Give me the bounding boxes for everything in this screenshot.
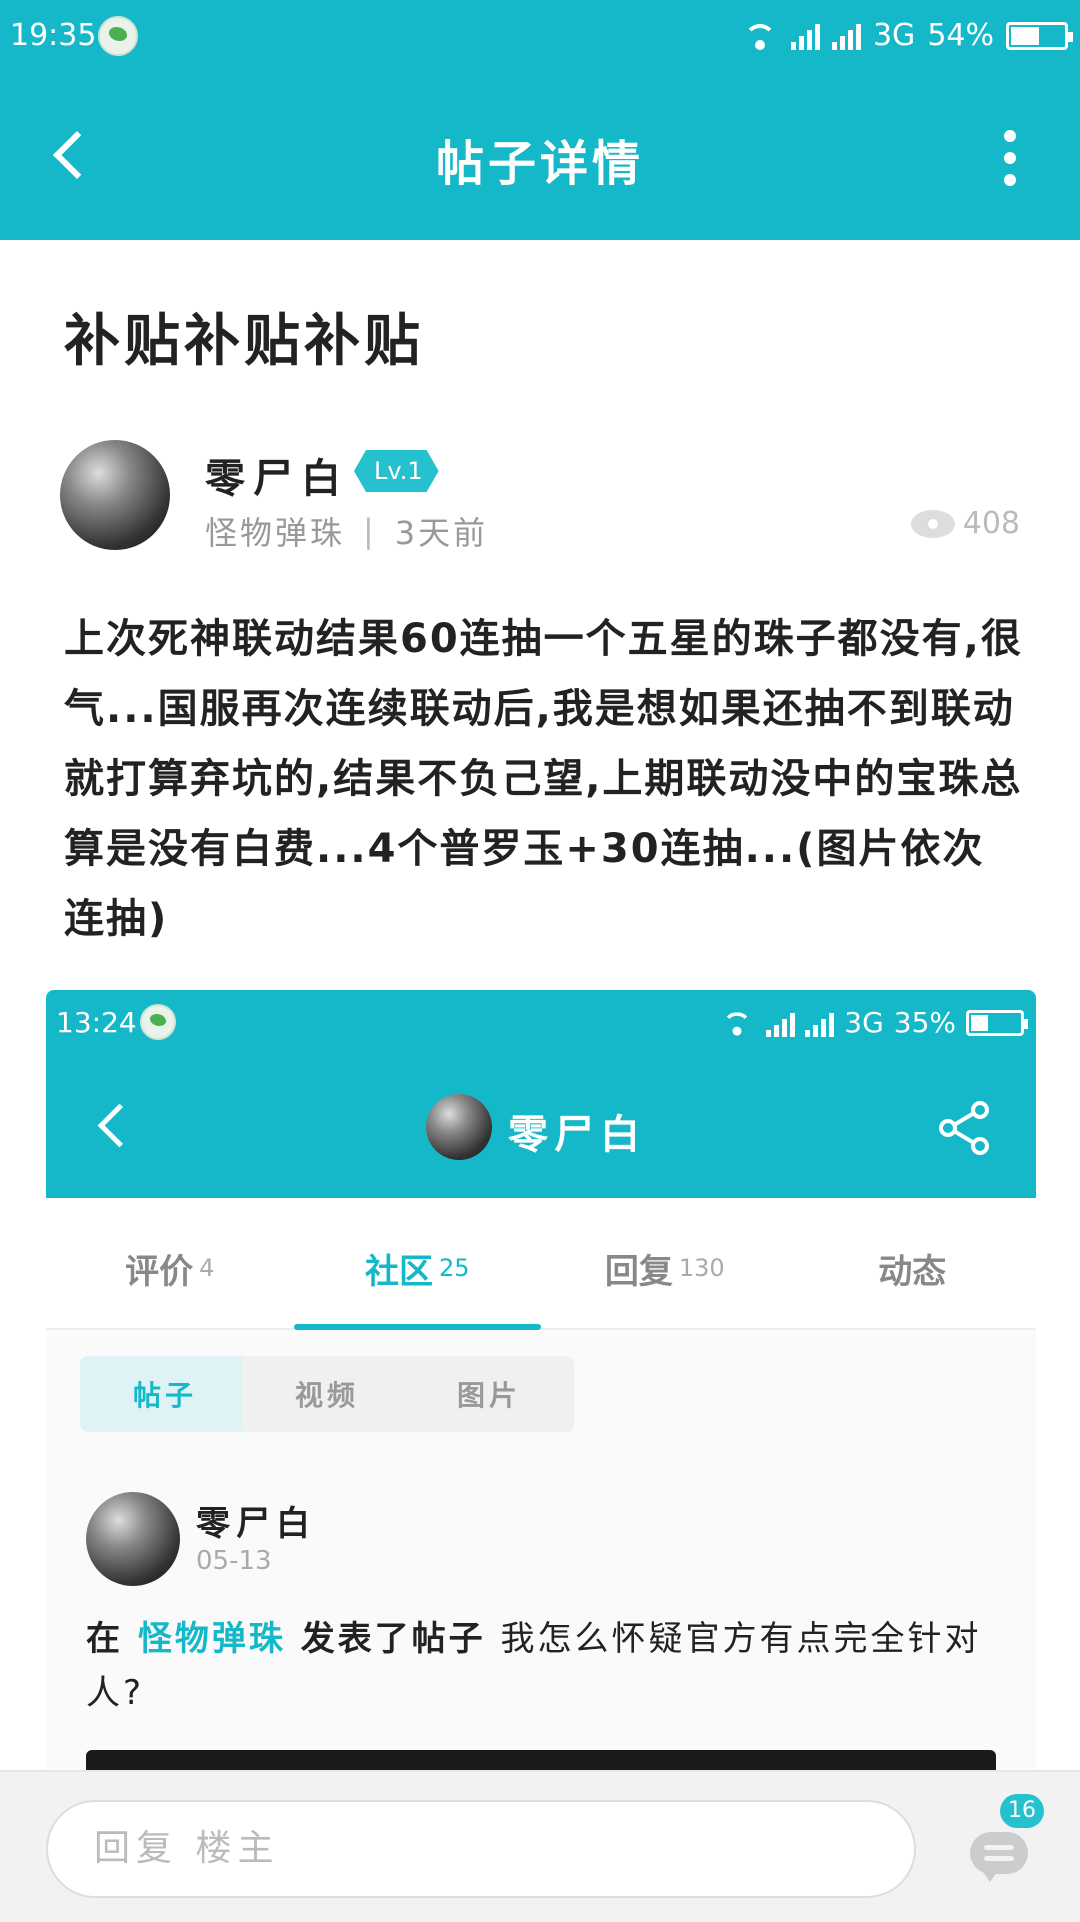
embedded-nav-bar: 零尸白 [46, 1056, 1036, 1198]
embedded-app-icon [140, 1004, 176, 1040]
embedded-status-bar: 13:24 3G 35% [46, 990, 1036, 1056]
signal-icon [790, 22, 820, 50]
post-action: 发表了帖子 [300, 1619, 486, 1659]
tab-activity: 动态 [789, 1208, 1037, 1328]
embedded-profile-name: 零尸白 [508, 1112, 646, 1158]
tab-label: 回复 [604, 1251, 673, 1292]
battery-icon [966, 1009, 1028, 1036]
avatar [426, 1094, 492, 1160]
meta-separator: | [363, 512, 377, 550]
tab-count: 130 [678, 1254, 725, 1282]
embedded-status-time: 13:24 [56, 1006, 137, 1039]
status-bar: 19:35 3G 54% [0, 0, 1080, 76]
author-meta: 怪物弹珠 | 3天前 [205, 508, 488, 554]
status-time: 19:35 [10, 18, 97, 53]
embedded-content: 帖子 视频 图片 零尸白 05-13 在 怪物弹珠 发表了帖子 我怎么怀疑官方有… [46, 1330, 1036, 1770]
chip-images: 图片 [404, 1356, 574, 1432]
tab-community: 社区 25 [293, 1208, 542, 1330]
embedded-network-type: 3G [844, 1006, 884, 1039]
network-type: 3G [872, 18, 916, 53]
tab-replies: 回复 130 [541, 1208, 789, 1328]
post-time: 3天前 [394, 514, 489, 552]
reply-input[interactable]: 回复 楼主 [46, 1800, 916, 1898]
wifi-icon [741, 22, 779, 50]
page-title: 帖子详情 [435, 136, 644, 192]
avatar[interactable] [60, 440, 170, 550]
share-icon [939, 1101, 989, 1155]
tab-label: 动态 [878, 1251, 947, 1292]
status-indicators: 3G 54% [741, 18, 1073, 53]
comments-icon[interactable] [970, 1832, 1032, 1884]
more-options-icon[interactable] [1000, 130, 1020, 190]
signal-icon [805, 1009, 835, 1037]
tab-reviews: 评价 4 [46, 1208, 294, 1328]
top-nav-bar: 帖子详情 [0, 76, 1080, 240]
post-section-link: 怪物弹珠 [137, 1619, 286, 1659]
embedded-post-author: 零尸白 [196, 1504, 316, 1544]
battery-percent: 54% [927, 18, 994, 53]
battery-icon [1006, 21, 1073, 50]
view-count-value: 408 [962, 506, 1020, 541]
signal-icon [831, 22, 861, 50]
post-image[interactable]: 13:24 3G 35% 零尸白 评价 4 社区 25 回复 130 动态 帖子 视频 [46, 990, 1036, 1770]
tab-label: 评价 [125, 1251, 194, 1292]
comment-count-badge: 16 [1000, 1794, 1044, 1828]
tab-count: 4 [199, 1254, 215, 1282]
chip-posts: 帖子 [80, 1356, 250, 1432]
app-notification-icon [98, 16, 138, 56]
section-name[interactable]: 怪物弹珠 [205, 508, 345, 554]
embedded-image-preview [86, 1750, 996, 1770]
reply-bar: 回复 楼主 [0, 1770, 1080, 1922]
level-badge: Lv.1 [354, 450, 439, 492]
tab-label: 社区 [364, 1251, 433, 1292]
wifi-icon [720, 1010, 754, 1036]
embedded-status-indicators: 3G 35% [718, 1006, 1028, 1039]
tab-count: 25 [438, 1254, 470, 1282]
embedded-tab-bar: 评价 4 社区 25 回复 130 动态 [46, 1208, 1036, 1330]
avatar [86, 1492, 180, 1586]
back-icon [92, 1100, 142, 1150]
author-name[interactable]: 零尸白 [205, 446, 349, 504]
chip-videos: 视频 [242, 1356, 412, 1432]
embedded-post-text: 在 怪物弹珠 发表了帖子 我怎么怀疑官方有点完全针对人? [86, 1612, 1006, 1720]
post-body: 上次死神联动结果60连抽一个五星的珠子都没有,很气...国服再次连续联动后,我是… [64, 616, 1023, 942]
post-prefix: 在 [86, 1619, 123, 1659]
view-count: 408 [910, 506, 1020, 541]
signal-icon [766, 1009, 796, 1037]
embedded-battery-percent: 35% [893, 1006, 956, 1039]
embedded-post-date: 05-13 [196, 1546, 272, 1576]
post-title: 补贴补贴补贴 [64, 309, 424, 374]
eye-icon [910, 509, 955, 538]
